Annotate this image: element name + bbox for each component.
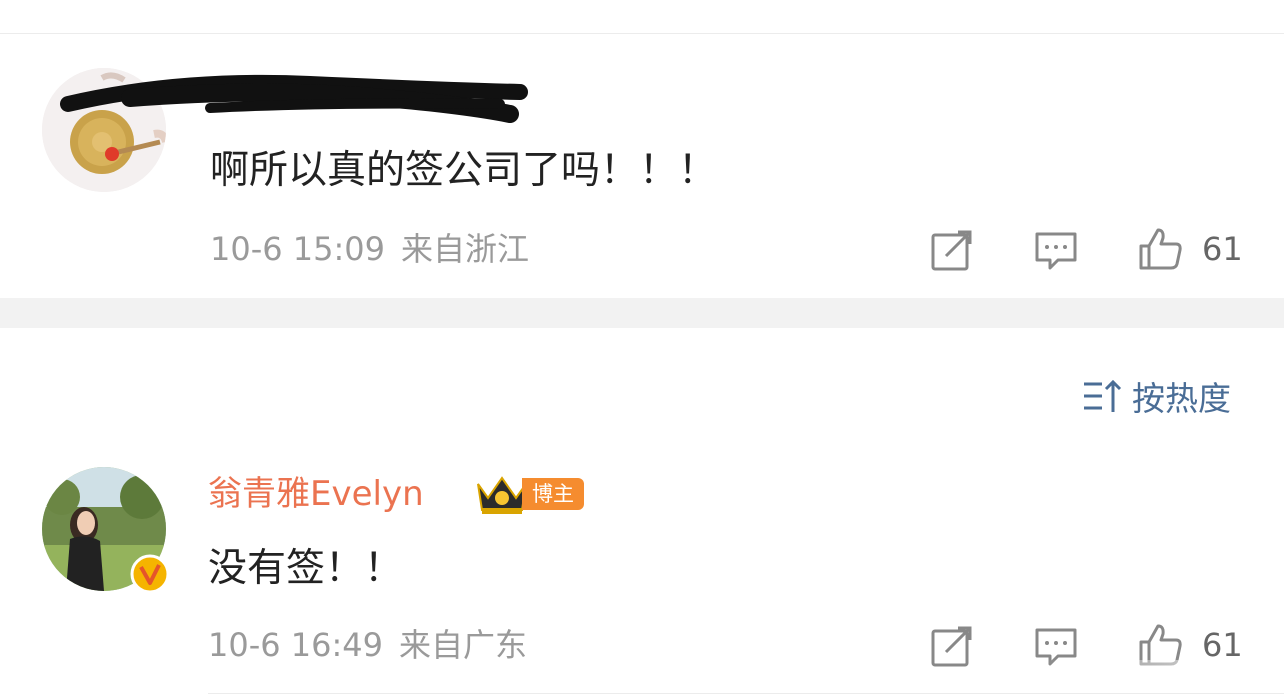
bottom-divider xyxy=(208,693,1284,694)
comment-icon[interactable] xyxy=(1034,228,1078,272)
comment-date: 10-6 16:49 xyxy=(208,626,384,664)
like-count: 61 xyxy=(1202,626,1243,664)
like-icon[interactable] xyxy=(1138,226,1182,270)
sort-icon xyxy=(1084,379,1122,412)
sort-label: 按热度 xyxy=(1132,379,1231,418)
like-count: 61 xyxy=(1202,230,1243,268)
comment-meta: 10-6 15:09 来自浙江 xyxy=(210,230,529,268)
sort-by-hot-button[interactable]: 按热度 xyxy=(1082,374,1231,418)
comment-location: 来自广东 xyxy=(399,626,528,664)
comment-text: 啊所以真的签公司了吗！！！ xyxy=(210,148,718,193)
section-separator xyxy=(0,298,1284,328)
blogger-badge: 博主 xyxy=(522,478,584,510)
comment-text: 没有签！！ xyxy=(208,546,404,591)
comment-date: 10-6 15:09 xyxy=(210,230,386,268)
watermark xyxy=(1040,660,1284,700)
username[interactable]: 翁青雅Evelyn xyxy=(208,474,424,514)
verified-badge-icon xyxy=(130,554,170,594)
comment-location: 来自浙江 xyxy=(401,230,530,268)
share-icon[interactable] xyxy=(930,624,974,668)
top-divider xyxy=(0,33,1284,34)
comment-meta: 10-6 16:49 来自广东 xyxy=(208,626,527,664)
share-icon[interactable] xyxy=(930,228,974,272)
redaction-scribble xyxy=(60,74,528,123)
